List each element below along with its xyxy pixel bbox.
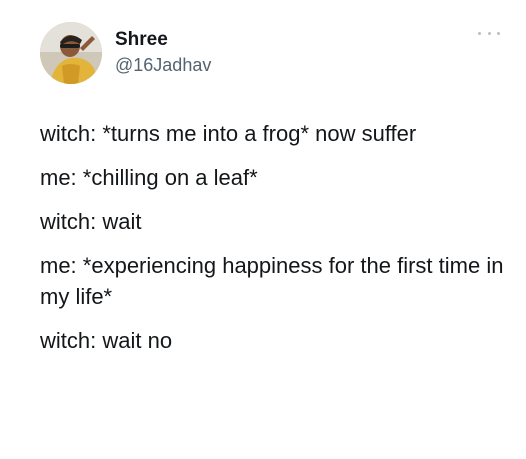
avatar-image <box>40 22 102 84</box>
tweet-text: witch: *turns me into a frog* now suffer… <box>40 118 510 369</box>
tweet-card: Shree @16Jadhav witch: *turns me into a … <box>0 0 526 459</box>
display-name[interactable]: Shree <box>115 28 211 52</box>
tweet-line: witch: wait <box>40 209 142 234</box>
more-dot <box>478 31 481 35</box>
tweet-line: me: *experiencing happiness for the firs… <box>40 253 504 309</box>
tweet-line: witch: *turns me into a frog* now suffer <box>40 121 417 146</box>
tweet-line: witch: wait no <box>40 328 173 353</box>
user-handle[interactable]: @16Jadhav <box>115 52 211 78</box>
more-dot <box>497 31 500 35</box>
more-horizontal-icon[interactable] <box>478 28 500 38</box>
tweet-line: me: *chilling on a leaf* <box>40 165 258 190</box>
avatar[interactable] <box>40 22 102 84</box>
tweet-header: Shree @16Jadhav <box>40 20 500 90</box>
more-dot <box>487 31 491 35</box>
user-name-block: Shree @16Jadhav <box>115 28 211 78</box>
